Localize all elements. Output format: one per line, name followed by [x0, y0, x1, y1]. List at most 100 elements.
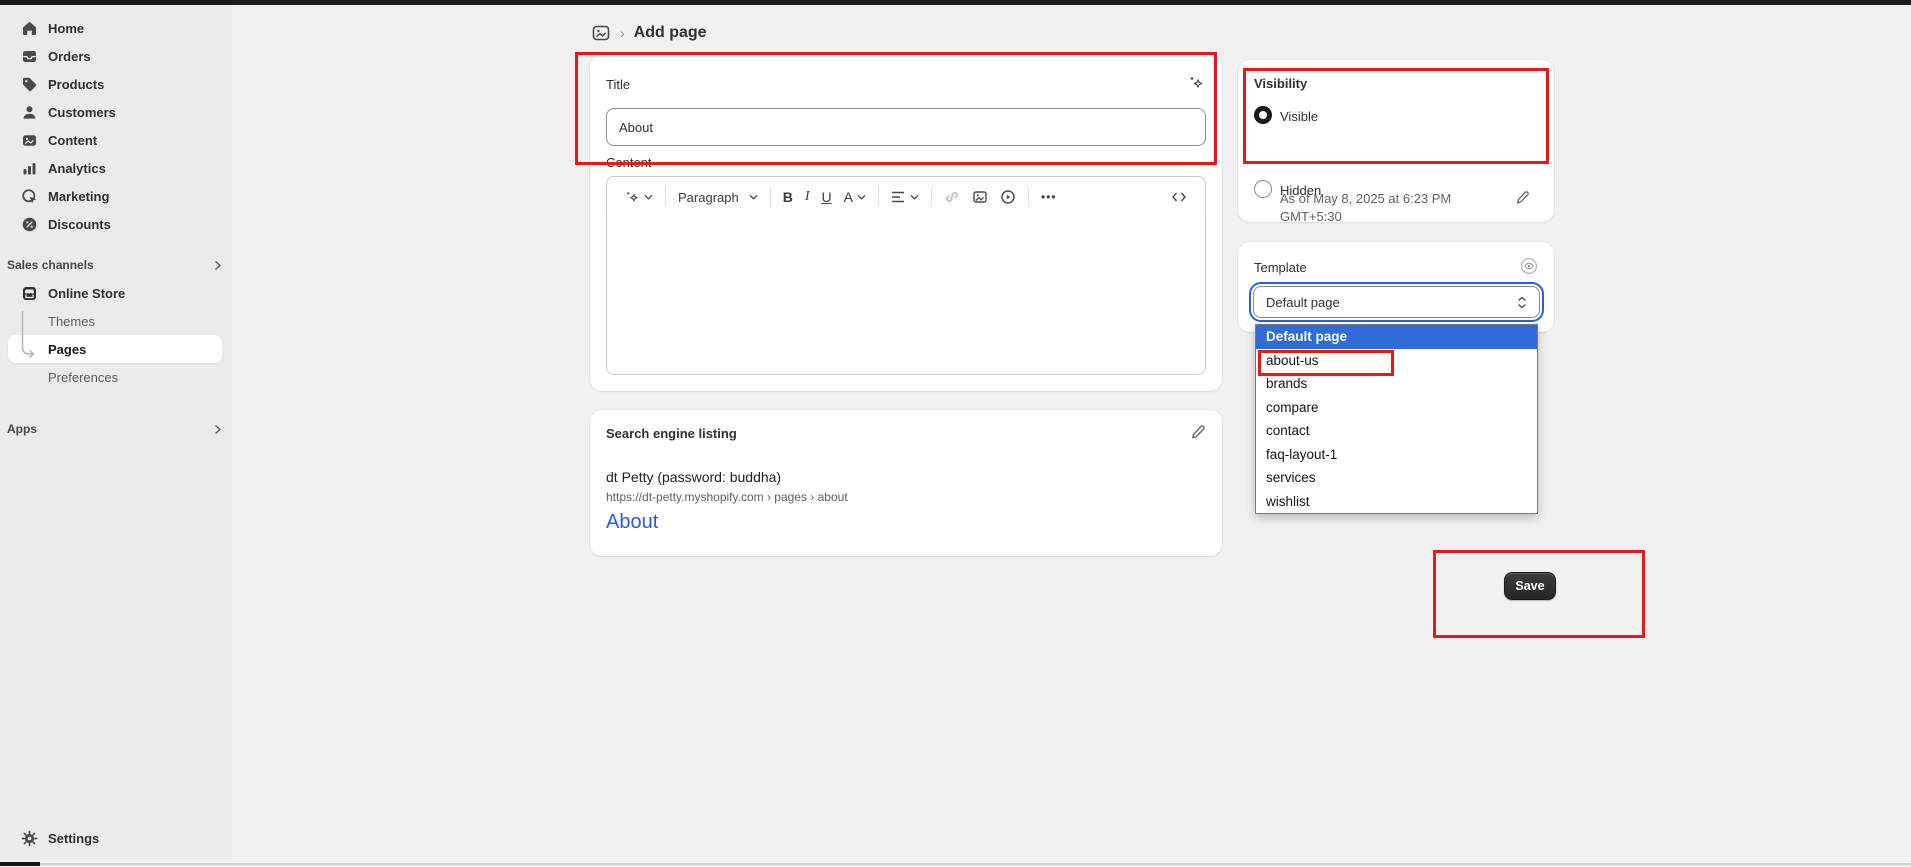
- edit-pencil-icon[interactable]: [1190, 424, 1206, 440]
- visible-label: Visible: [1280, 109, 1318, 124]
- toolbar-divider: [770, 187, 771, 207]
- editor-toolbar: Paragraph B I U A: [607, 177, 1205, 217]
- template-option-compare[interactable]: compare: [1256, 396, 1537, 420]
- horizontal-scrollbar-thumb[interactable]: [0, 862, 40, 866]
- sidebar-item-analytics[interactable]: Analytics: [8, 154, 222, 182]
- hidden-radio[interactable]: [1254, 180, 1272, 198]
- sidebar-item-label: Settings: [48, 831, 99, 846]
- breadcrumb: › Add page: [591, 22, 707, 44]
- breadcrumb-separator: ›: [620, 25, 625, 41]
- sidebar-item-settings[interactable]: Settings: [8, 824, 222, 852]
- seo-site-title: dt Petty (password: buddha): [606, 469, 781, 485]
- editor-body[interactable]: [607, 217, 1205, 375]
- toolbar-divider: [1028, 187, 1029, 207]
- sidebar-item-pages[interactable]: Pages: [8, 335, 222, 363]
- apps-header[interactable]: Apps: [0, 415, 222, 443]
- sidebar-item-label: Analytics: [48, 161, 106, 176]
- window-top-bar: [0, 0, 1911, 5]
- apps-label: Apps: [7, 422, 37, 436]
- alignment-button[interactable]: [885, 187, 925, 207]
- hidden-label: Hidden: [1280, 183, 1321, 198]
- template-option-brands[interactable]: brands: [1256, 372, 1537, 396]
- sidebar-item-customers[interactable]: Customers: [8, 98, 222, 126]
- sidebar-item-label: Home: [48, 21, 84, 36]
- sidebar-item-themes[interactable]: Themes: [8, 307, 222, 335]
- rich-text-editor[interactable]: Paragraph B I U A: [606, 176, 1206, 375]
- sidebar-item-label: Marketing: [48, 189, 109, 204]
- sales-channels-header[interactable]: Sales channels: [0, 251, 222, 279]
- paragraph-label: Paragraph: [678, 190, 739, 205]
- storefront-icon: [21, 285, 38, 302]
- toolbar-divider: [665, 187, 666, 207]
- chevron-down-icon: [749, 194, 758, 200]
- sidebar-item-discounts[interactable]: Discounts: [8, 210, 222, 238]
- sidebar-item-label: Discounts: [48, 217, 111, 232]
- more-options-button[interactable]: •••: [1035, 186, 1063, 208]
- bold-button[interactable]: B: [777, 185, 799, 209]
- visible-radio[interactable]: [1254, 106, 1272, 124]
- sidebar-item-preferences[interactable]: Preferences: [8, 363, 222, 391]
- preview-eye-icon[interactable]: [1520, 257, 1538, 275]
- seo-page-title-link[interactable]: About: [606, 511, 658, 534]
- content-icon: [21, 132, 38, 149]
- shopify-admin-add-page: Home Orders Products Customers: [0, 0, 1911, 867]
- discounts-icon: [21, 216, 38, 233]
- horizontal-scrollbar-track[interactable]: [0, 863, 1911, 865]
- chevron-right-icon: [213, 424, 222, 435]
- sidebar-item-marketing[interactable]: Marketing: [8, 182, 222, 210]
- sidebar-item-content[interactable]: Content: [8, 126, 222, 154]
- save-button[interactable]: Save: [1504, 572, 1556, 600]
- text-color-label: A: [844, 189, 853, 205]
- sidebar-item-label: Content: [48, 133, 97, 148]
- sidebar-item-products[interactable]: Products: [8, 70, 222, 98]
- sales-channels-label: Sales channels: [7, 258, 94, 272]
- orders-icon: [21, 48, 38, 65]
- visibility-heading: Visibility: [1254, 76, 1307, 91]
- sidebar-item-label: Online Store: [48, 286, 125, 301]
- template-option-contact[interactable]: contact: [1256, 419, 1537, 443]
- code-view-button[interactable]: [1165, 186, 1193, 208]
- edit-pencil-icon[interactable]: [1515, 190, 1530, 205]
- gear-icon: [21, 830, 38, 847]
- sidebar-item-label: Products: [48, 77, 104, 92]
- pages-breadcrumb-icon[interactable]: [591, 23, 611, 43]
- sidebar-subitem-label: Themes: [48, 314, 95, 329]
- seo-url: https://dt-petty.myshopify.com › pages ›…: [606, 490, 848, 504]
- paragraph-style-dropdown[interactable]: Paragraph: [672, 186, 764, 209]
- insert-video-icon[interactable]: [994, 185, 1022, 209]
- ai-assist-button[interactable]: [619, 186, 659, 209]
- underline-button[interactable]: U: [816, 185, 838, 209]
- sidebar-item-orders[interactable]: Orders: [8, 42, 222, 70]
- sidebar-item-online-store[interactable]: Online Store: [8, 279, 222, 307]
- page-title: Add page: [634, 24, 707, 42]
- search-engine-listing-card: Search engine listing dt Petty (password…: [590, 410, 1222, 556]
- sidebar-item-label: Orders: [48, 49, 91, 64]
- title-field-label: Title: [606, 77, 630, 92]
- italic-button[interactable]: I: [799, 185, 816, 209]
- template-card: Template Default page: [1238, 242, 1554, 332]
- select-updown-icon: [1517, 296, 1527, 309]
- template-label: Template: [1254, 260, 1307, 275]
- text-color-button[interactable]: A: [838, 185, 872, 209]
- template-option-faq-layout-1[interactable]: faq-layout-1: [1256, 443, 1537, 467]
- sidebar: Home Orders Products Customers: [0, 5, 232, 860]
- link-icon[interactable]: [938, 185, 966, 209]
- chevron-right-icon: [213, 260, 222, 271]
- template-option-default-page[interactable]: Default page: [1256, 325, 1537, 349]
- content-field-label: Content: [606, 155, 652, 170]
- analytics-icon: [21, 160, 38, 177]
- ai-sparkle-icon[interactable]: [1188, 75, 1204, 91]
- sidebar-item-home[interactable]: Home: [8, 14, 222, 42]
- chevron-down-icon: [910, 194, 919, 200]
- visibility-card: Visibility Visible As of May 8, 2025 at …: [1238, 60, 1554, 222]
- sidebar-subitem-label: Preferences: [48, 370, 118, 385]
- marketing-icon: [21, 188, 38, 205]
- template-option-services[interactable]: services: [1256, 466, 1537, 490]
- insert-image-icon[interactable]: [966, 185, 994, 209]
- products-icon: [21, 76, 38, 93]
- home-icon: [21, 20, 38, 37]
- template-select[interactable]: Default page: [1253, 286, 1540, 318]
- template-option-wishlist[interactable]: wishlist: [1256, 490, 1537, 514]
- title-input[interactable]: [606, 108, 1206, 146]
- template-option-about-us[interactable]: about-us: [1256, 349, 1537, 373]
